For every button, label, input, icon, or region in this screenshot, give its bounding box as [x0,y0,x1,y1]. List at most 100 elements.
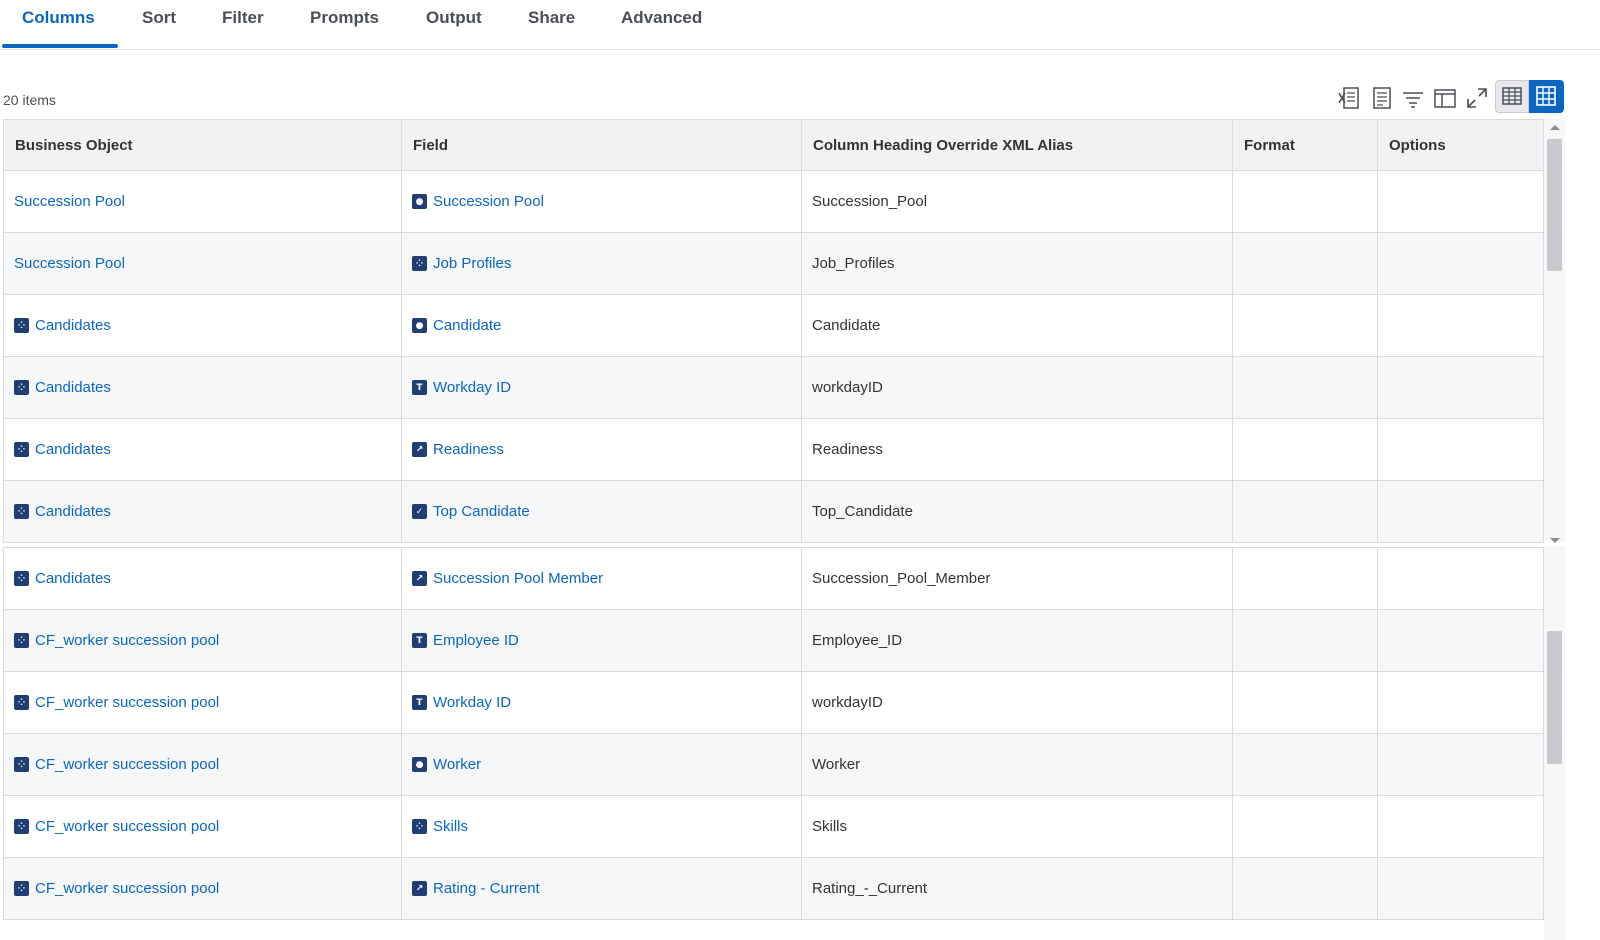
table-row: ⁘ Candidates T Workday ID workdayID [3,356,1544,419]
field-cell[interactable]: ↗ Succession Pool Member [401,547,802,610]
scroll-thumb[interactable] [1547,139,1562,271]
alias-cell: Job_Profiles [801,232,1233,295]
multi-instance-icon: ⁘ [14,819,29,834]
field-cell-text[interactable]: Candidate [433,317,501,334]
business-object-cell-text[interactable]: CF_worker succession pool [35,880,219,897]
options-cell [1377,356,1544,419]
field-cell-text[interactable]: Job Profiles [433,255,511,272]
scroll-thumb[interactable] [1547,631,1562,764]
business-object-cell[interactable]: ⁘ Candidates [3,294,402,357]
field-cell[interactable]: ⁘ Job Profiles [401,232,802,295]
column-header-alias[interactable]: Column Heading Override XML Alias [801,119,1233,171]
column-header-field[interactable]: Field [401,119,802,171]
field-cell-text[interactable]: Succession Pool Member [433,570,603,587]
field-cell[interactable]: ● Succession Pool [401,170,802,233]
business-object-cell-text[interactable]: Candidates [35,317,111,334]
business-object-cell-text[interactable]: Candidates [35,503,111,520]
field-cell-text[interactable]: Skills [433,818,468,835]
column-layout-icon[interactable] [1433,86,1457,110]
field-cell-text[interactable]: Worker [433,756,481,773]
field-cell[interactable]: T Workday ID [401,671,802,734]
business-object-cell-text[interactable]: Candidates [35,441,111,458]
columns-grid: Business Object Field Column Heading Ove… [3,119,1574,940]
field-cell[interactable]: ⁘ Skills [401,795,802,858]
business-object-cell-text[interactable]: CF_worker succession pool [35,694,219,711]
field-cell-text[interactable]: Rating - Current [433,880,540,897]
excel-export-icon[interactable] [1337,86,1361,110]
field-cell-content: ● Worker [412,756,791,773]
alias-cell-content: Top_Candidate [812,503,1222,520]
alias-cell-content: workdayID [812,379,1222,396]
business-object-cell[interactable]: ⁘ CF_worker succession pool [3,671,402,734]
columns-table: Business Object Field Column Heading Ove… [3,119,1544,543]
tab-output[interactable]: Output [426,6,482,44]
business-object-cell-text[interactable]: Succession Pool [14,255,125,272]
business-object-cell[interactable]: ⁘ CF_worker succession pool [3,733,402,796]
business-object-cell[interactable]: ⁘ CF_worker succession pool [3,609,402,672]
business-object-cell-text[interactable]: Candidates [35,379,111,396]
column-header-options[interactable]: Options [1377,119,1544,171]
field-cell-text[interactable]: Top Candidate [433,503,530,520]
vertical-scrollbar-top[interactable] [1544,119,1565,543]
tab-sort[interactable]: Sort [142,6,176,44]
field-cell-text[interactable]: Employee ID [433,632,519,649]
format-cell [1232,609,1378,672]
table-view-button[interactable] [1495,80,1529,113]
field-cell-content: T Workday ID [412,694,791,711]
field-cell-text[interactable]: Readiness [433,441,504,458]
business-object-cell[interactable]: ⁘ CF_worker succession pool [3,795,402,858]
single-instance-icon: ↗ [412,442,427,457]
business-object-cell-text[interactable]: Succession Pool [14,193,125,210]
tab-columns[interactable]: Columns [22,6,95,44]
alias-cell-content: Skills [812,818,1222,835]
field-cell[interactable]: ● Worker [401,733,802,796]
business-object-cell[interactable]: ⁘ Candidates [3,356,402,419]
field-cell-text[interactable]: Workday ID [433,694,511,711]
tab-filter[interactable]: Filter [222,6,264,44]
alias-cell-text: Worker [812,756,861,773]
column-header-format[interactable]: Format [1232,119,1378,171]
business-object-cell[interactable]: ⁘ CF_worker succession pool [3,857,402,920]
business-object-cell[interactable]: ⁘ Candidates [3,480,402,543]
business-object-cell-text[interactable]: CF_worker succession pool [35,818,219,835]
business-object-cell-text[interactable]: CF_worker succession pool [35,756,219,773]
business-object-cell[interactable]: Succession Pool [3,170,402,233]
field-cell-text[interactable]: Succession Pool [433,193,544,210]
tab-advanced[interactable]: Advanced [621,6,702,44]
field-cell[interactable]: T Workday ID [401,356,802,419]
alias-cell: Skills [801,795,1233,858]
text-icon: T [412,695,427,710]
vertical-scrollbar-bottom[interactable] [1544,546,1565,940]
field-cell[interactable]: ✓ Top Candidate [401,480,802,543]
table-row: ⁘ Candidates ↗ Readiness Readiness [3,418,1544,481]
options-cell [1377,857,1544,920]
pdf-export-icon[interactable] [1370,86,1394,110]
business-object-cell[interactable]: ⁘ Candidates [3,418,402,481]
business-object-cell[interactable]: Succession Pool [3,232,402,295]
text-icon: T [412,633,427,648]
scroll-down-arrow[interactable] [1550,538,1560,543]
field-cell-text[interactable]: Workday ID [433,379,511,396]
grid-view-button[interactable] [1529,80,1564,113]
column-header-business-object[interactable]: Business Object [3,119,402,171]
table-row: ⁘ CF_worker succession pool ⁘ Skills Skills [3,795,1544,858]
tab-prompts[interactable]: Prompts [310,6,379,44]
field-cell[interactable]: ↗ Rating - Current [401,857,802,920]
field-cell[interactable]: ↗ Readiness [401,418,802,481]
multi-instance-icon: ⁘ [14,318,29,333]
alias-cell-content: Job_Profiles [812,255,1222,272]
fullscreen-icon[interactable] [1465,86,1489,110]
instance-icon: ● [412,318,427,333]
multi-instance-icon: ⁘ [14,695,29,710]
business-object-cell-text[interactable]: CF_worker succession pool [35,632,219,649]
alias-cell-content: Rating_-_Current [812,880,1222,897]
field-cell[interactable]: ● Candidate [401,294,802,357]
alias-cell-text: Readiness [812,441,883,458]
filter-icon[interactable] [1401,86,1425,110]
field-cell[interactable]: T Employee ID [401,609,802,672]
format-cell [1232,418,1378,481]
scroll-up-arrow[interactable] [1550,125,1560,130]
tab-share[interactable]: Share [528,6,575,44]
business-object-cell-text[interactable]: Candidates [35,570,111,587]
business-object-cell[interactable]: ⁘ Candidates [3,547,402,610]
